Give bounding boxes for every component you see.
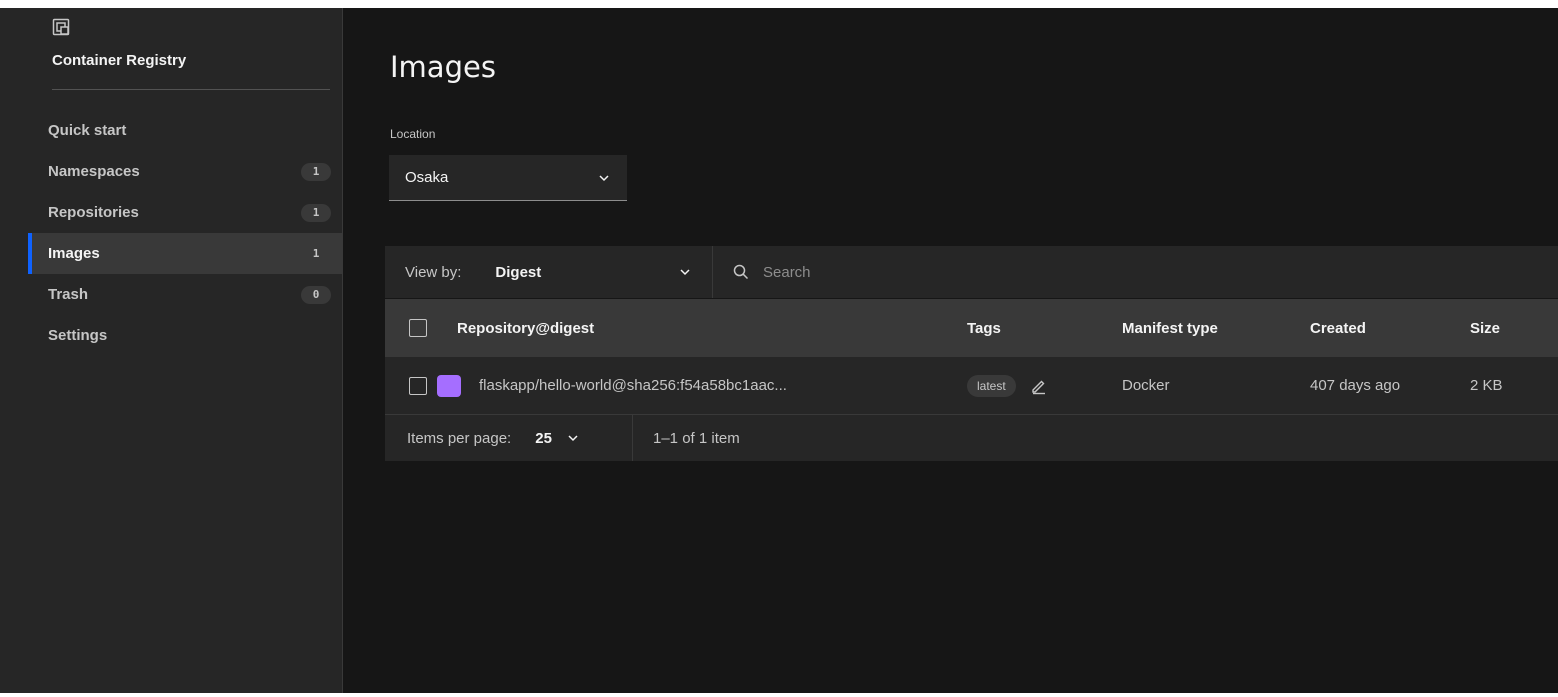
repository-digest[interactable]: flaskapp/hello-world@sha256:f54a58bc1aac… <box>479 377 787 394</box>
sidebar-divider <box>52 89 330 90</box>
table-row[interactable]: flaskapp/hello-world@sha256:f54a58bc1aac… <box>385 357 1558 415</box>
page-title: Images <box>390 50 496 84</box>
tags-cell: latest <box>967 374 1122 397</box>
pencil-edit-icon[interactable] <box>1030 377 1048 395</box>
sidebar-item-settings[interactable]: Settings <box>28 315 343 356</box>
image-color-swatch <box>437 374 461 397</box>
location-value: Osaka <box>405 169 449 186</box>
header-manifest-type[interactable]: Manifest type <box>1122 320 1310 337</box>
created-cell: 407 days ago <box>1310 377 1401 394</box>
count-badge: 1 <box>312 247 320 260</box>
search-box <box>713 246 1558 298</box>
repository-cell: flaskapp/hello-world@sha256:f54a58bc1aac… <box>437 374 967 397</box>
table-header: Repository@digest Tags Manifest type Cre… <box>385 299 1558 357</box>
header-repository[interactable]: Repository@digest <box>457 320 967 337</box>
search-icon <box>733 264 749 280</box>
location-dropdown[interactable]: Osaka <box>389 155 627 201</box>
pagination: Items per page: 25 1–1 of 1 item <box>385 415 1558 461</box>
row-checkbox[interactable] <box>409 376 427 395</box>
sidebar-item-label: Namespaces <box>48 163 140 180</box>
sidebar-item-trash[interactable]: Trash 0 <box>28 274 343 315</box>
select-all-cell <box>385 319 457 337</box>
location-label: Location <box>390 127 436 141</box>
app-window: Container Registry Quick start Namespace… <box>0 8 1558 693</box>
count-badge: 0 <box>301 285 331 304</box>
view-by-dropdown[interactable]: View by: Digest <box>385 246 713 298</box>
app-title: Container Registry <box>52 52 187 69</box>
sidebar-item-label: Images <box>48 245 100 262</box>
chevron-down-icon <box>680 269 690 276</box>
count-badge: 1 <box>301 162 331 181</box>
sidebar-item-label: Quick start <box>48 122 127 139</box>
sidebar-item-namespaces[interactable]: Namespaces 1 <box>28 151 343 192</box>
items-per-page-select[interactable]: 25 <box>535 430 552 447</box>
sidebar-item-label: Settings <box>48 327 108 344</box>
pagination-range: 1–1 of 1 item <box>653 429 740 447</box>
chevron-down-icon <box>599 174 609 181</box>
header-created[interactable]: Created <box>1310 320 1470 337</box>
chevron-down-icon[interactable] <box>566 431 580 445</box>
sidebar-nav: Quick start Namespaces 1 Repositories 1 … <box>28 110 343 356</box>
size-cell: 2 KB <box>1470 377 1503 394</box>
view-by-value: Digest <box>495 263 542 281</box>
view-by-label: View by: <box>405 263 462 281</box>
select-all-checkbox[interactable] <box>409 319 427 337</box>
sidebar-item-label: Trash <box>48 286 89 303</box>
sidebar-item-images[interactable]: Images 1 <box>28 233 343 274</box>
items-per-page: Items per page: 25 <box>385 415 633 461</box>
count-badge: 1 <box>301 203 331 222</box>
manifest-type-cell: Docker <box>1122 377 1170 394</box>
items-per-page-label: Items per page: <box>407 429 512 447</box>
container-registry-icon <box>52 18 70 36</box>
main-content: Images Location Osaka View by: Digest Se… <box>344 8 1558 693</box>
header-size[interactable]: Size <box>1470 320 1558 337</box>
sidebar-item-quick-start[interactable]: Quick start <box>28 110 343 151</box>
header-tags[interactable]: Tags <box>967 320 1122 337</box>
table-toolbar: View by: Digest <box>385 246 1558 298</box>
images-table: Repository@digest Tags Manifest type Cre… <box>385 299 1558 461</box>
search-input[interactable] <box>763 263 1163 281</box>
sidebar-item-repositories[interactable]: Repositories 1 <box>28 192 343 233</box>
tag-badge: latest <box>967 374 1016 397</box>
sidebar-item-label: Repositories <box>48 204 139 221</box>
sidebar: Container Registry Quick start Namespace… <box>0 8 343 693</box>
